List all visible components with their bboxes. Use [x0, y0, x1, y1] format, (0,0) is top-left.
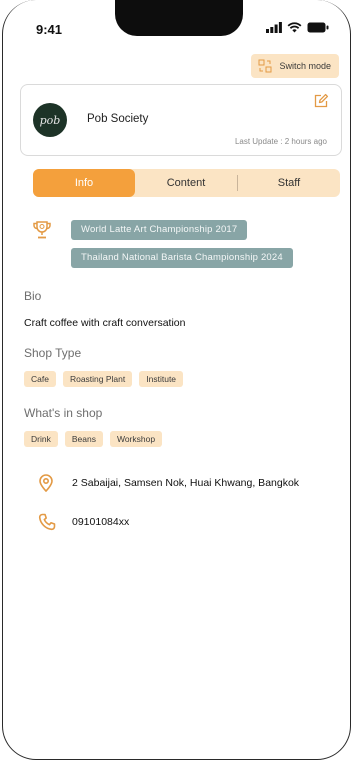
switch-mode-button[interactable]: Switch mode — [251, 54, 339, 78]
avatar: pob — [33, 103, 67, 137]
shop-type-chips: Cafe Roasting Plant Institute — [24, 371, 184, 387]
whats-in-shop-chip: Drink — [24, 431, 58, 447]
switch-mode-label: Switch mode — [279, 61, 331, 71]
last-update-text: Last Update : 2 hours ago — [234, 137, 327, 146]
tab-content[interactable]: Content — [135, 169, 237, 197]
wifi-icon — [287, 22, 302, 33]
switch-mode-icon — [258, 59, 272, 73]
battery-icon — [307, 22, 329, 33]
profile-card: pob Pob Society Last Update : 2 hours ag… — [20, 84, 342, 156]
bio-text: Craft coffee with craft conversation — [24, 317, 186, 329]
phone-notch — [115, 0, 243, 36]
phone-icon[interactable] — [38, 513, 56, 531]
signal-icon — [266, 22, 282, 33]
award-badge: Thailand National Barista Championship 2… — [71, 248, 293, 268]
location-pin-icon — [39, 474, 53, 492]
status-icons — [266, 22, 329, 33]
whats-in-shop-chips: Drink Beans Workshop — [24, 431, 163, 447]
bio-label: Bio — [24, 289, 42, 303]
status-time: 9:41 — [36, 22, 63, 37]
whats-in-shop-label: What's in shop — [24, 406, 103, 420]
shop-type-chip: Roasting Plant — [62, 371, 133, 387]
tab-bar: Info Content Staff — [33, 169, 340, 197]
shop-type-chip: Institute — [139, 371, 184, 387]
edit-icon[interactable] — [313, 93, 329, 109]
shop-name: Pob Society — [87, 113, 149, 125]
whats-in-shop-chip: Workshop — [109, 431, 163, 447]
shop-type-label: Shop Type — [24, 346, 82, 360]
tab-staff[interactable]: Staff — [238, 169, 340, 197]
trophy-icon — [33, 221, 51, 239]
address-text: 2 Sabaijai, Samsen Nok, Huai Khwang, Ban… — [72, 477, 300, 489]
whats-in-shop-chip: Beans — [64, 431, 103, 447]
shop-type-chip: Cafe — [24, 371, 56, 387]
phone-number-text[interactable]: 09101084xx — [72, 516, 129, 528]
tab-info[interactable]: Info — [33, 169, 135, 197]
award-badge: World Latte Art Championship 2017 — [71, 220, 248, 240]
avatar-logo-text: pob — [39, 113, 61, 127]
